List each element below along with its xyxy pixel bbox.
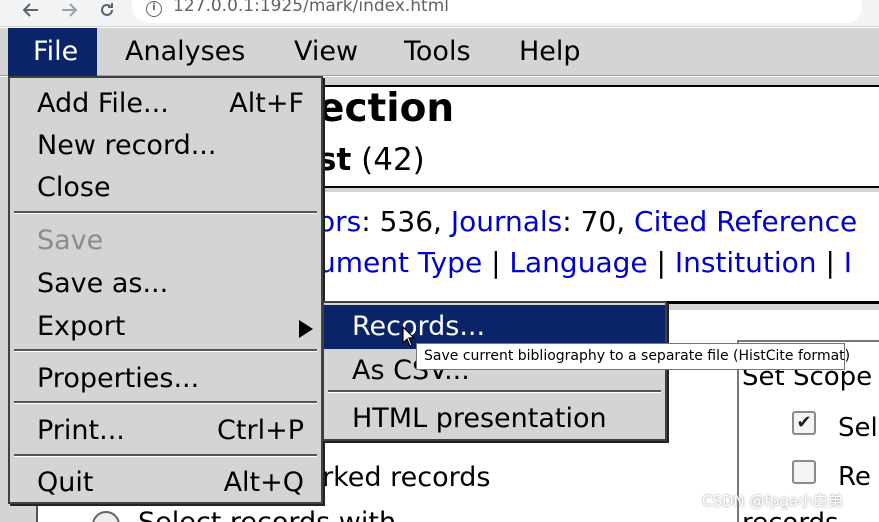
menu-item-save: Save xyxy=(10,220,321,262)
watermark: CSDN @fpga小白弟 xyxy=(702,492,844,510)
menu-item-print[interactable]: Print... Ctrl+P xyxy=(10,410,321,452)
menu-item-shortcut: Alt+F xyxy=(229,88,304,119)
menu-item-label: Print... xyxy=(37,415,125,446)
app-menubar: File Analyses View Tools Help xyxy=(0,28,879,76)
browser-toolbar: i 127.0.0.1:1925/mark/index.html xyxy=(0,0,879,27)
menu-view[interactable]: View xyxy=(294,28,358,76)
link-separator: | xyxy=(816,246,844,279)
scope-checkbox-checked[interactable]: ✔ xyxy=(792,411,816,435)
info-icon[interactable]: i xyxy=(146,1,162,17)
scope-checkbox-unchecked[interactable] xyxy=(792,460,816,484)
checkmark-icon: ✔ xyxy=(796,412,812,433)
journals-link[interactable]: Journals xyxy=(451,205,562,238)
back-button[interactable] xyxy=(18,0,44,20)
menu-separator xyxy=(14,211,317,214)
scope-option-label: Sel xyxy=(838,413,878,443)
language-link[interactable]: Language xyxy=(509,246,647,279)
marked-records-label: rked records xyxy=(322,462,491,493)
menu-separator xyxy=(14,454,317,457)
menu-item-label: New record... xyxy=(37,130,217,161)
menu-item-shortcut: Ctrl+P xyxy=(217,415,304,446)
category-links: ument Type | Language | Institution | I xyxy=(318,246,852,279)
record-count: (42) xyxy=(361,142,425,178)
submenu-item-label: HTML presentation xyxy=(352,403,607,434)
journals-count: : 70, xyxy=(562,205,635,238)
select-records-label: Select records with xyxy=(138,507,396,522)
menu-separator xyxy=(14,349,317,352)
document-type-link[interactable]: ument Type xyxy=(318,246,482,279)
institution-link[interactable]: Institution xyxy=(675,246,817,279)
menu-help[interactable]: Help xyxy=(519,28,581,76)
menu-item-new-record[interactable]: New record... xyxy=(10,125,321,167)
menu-item-label: Close xyxy=(37,172,111,203)
menu-tools[interactable]: Tools xyxy=(404,28,471,76)
menu-item-label: Save as... xyxy=(37,268,169,299)
menu-item-label: Add File... xyxy=(37,88,169,119)
cited-references-link[interactable]: Cited Reference xyxy=(634,205,857,238)
page-subtitle: st (42) xyxy=(318,142,425,178)
menu-item-label: Export xyxy=(37,311,126,342)
scope-option-label: Re xyxy=(838,462,871,492)
submenu-item-html[interactable]: HTML presentation xyxy=(324,397,665,441)
reload-icon xyxy=(101,3,113,16)
page-title: ection xyxy=(318,86,455,131)
menu-item-shortcut: Alt+Q xyxy=(223,467,304,498)
menu-item-quit[interactable]: Quit Alt+Q xyxy=(10,462,321,504)
authors-link[interactable]: ors xyxy=(318,205,361,238)
menu-item-save-as[interactable]: Save as... xyxy=(10,263,321,305)
menu-separator xyxy=(328,390,661,393)
authors-count: : 536, xyxy=(361,205,451,238)
menu-item-properties[interactable]: Properties... xyxy=(10,358,321,400)
submenu-item-label: Records... xyxy=(352,311,486,342)
menu-file[interactable]: File xyxy=(8,28,97,76)
menu-item-label: Save xyxy=(37,225,104,256)
submenu-arrow-icon xyxy=(299,320,313,338)
link-separator: | xyxy=(482,246,510,279)
menu-item-close[interactable]: Close xyxy=(10,167,321,209)
mouse-pointer-icon xyxy=(402,326,416,347)
file-menu: Add File... Alt+F New record... Close Sa… xyxy=(8,76,323,504)
menu-separator xyxy=(14,401,317,404)
menu-item-label: Properties... xyxy=(37,363,200,394)
menu-analyses[interactable]: Analyses xyxy=(125,28,245,76)
tooltip: Save current bibliography to a separate … xyxy=(416,343,850,370)
arrow-right-icon xyxy=(62,3,77,17)
menu-item-label: Quit xyxy=(37,467,94,498)
export-submenu: Records... As CSV... HTML presentation xyxy=(322,301,667,441)
reload-button[interactable] xyxy=(94,0,120,20)
menu-item-add-file[interactable]: Add File... Alt+F xyxy=(10,83,321,125)
forward-button[interactable] xyxy=(56,0,82,20)
url-text[interactable]: 127.0.0.1:1925/mark/index.html xyxy=(173,0,449,16)
link-separator: | xyxy=(647,246,675,279)
menu-item-export[interactable]: Export xyxy=(10,306,321,348)
more-link[interactable]: I xyxy=(844,246,852,279)
arrow-left-icon xyxy=(23,3,38,17)
stats-line: ors: 536, Journals: 70, Cited Reference xyxy=(318,205,857,238)
